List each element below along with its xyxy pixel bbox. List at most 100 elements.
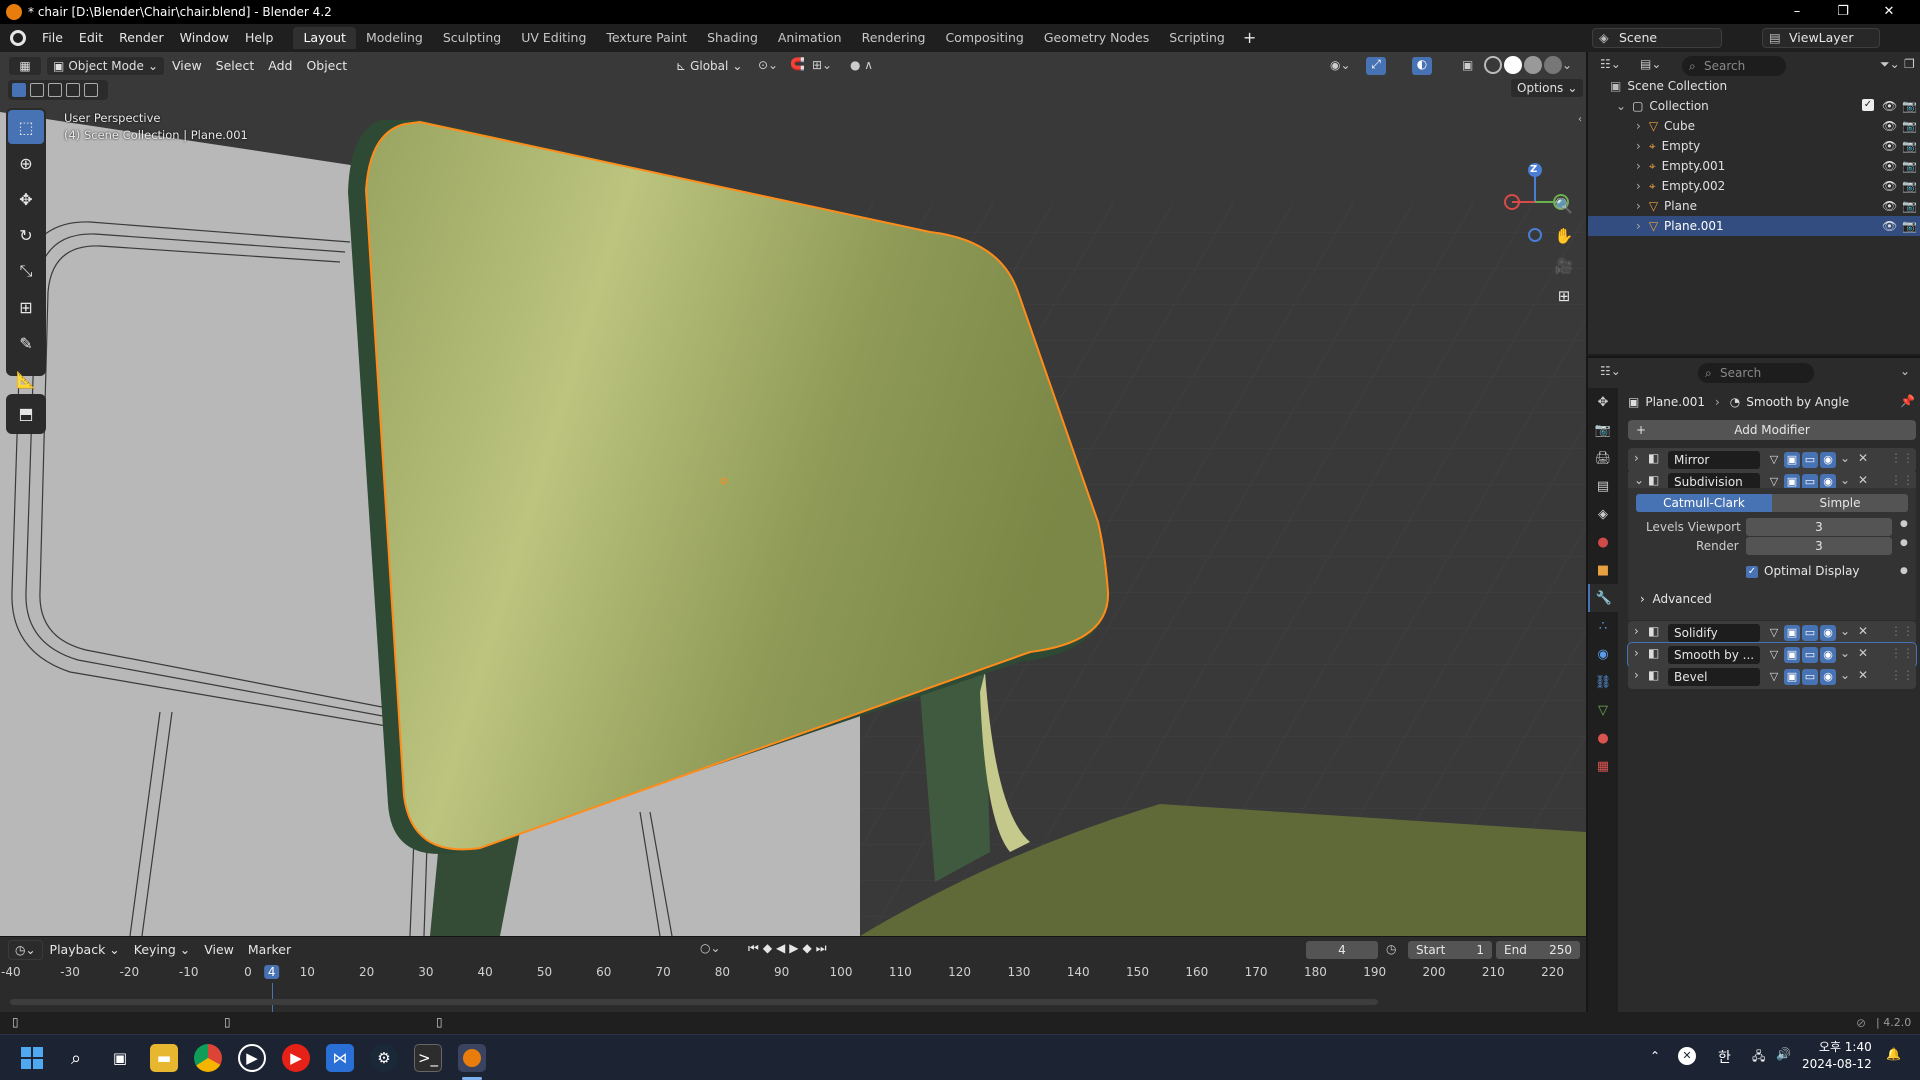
on-cage-icon[interactable]: ▽: [1766, 669, 1782, 685]
edit-mode-icon[interactable]: ▣: [1784, 647, 1800, 663]
timeline-menu-keying[interactable]: Keying ⌄: [127, 936, 197, 964]
outliner-item[interactable]: › ⌖ Empty.001 👁 📷: [1588, 156, 1920, 176]
render-camera-icon[interactable]: 📷: [1902, 96, 1917, 116]
edit-mode-icon[interactable]: ▣: [1784, 669, 1800, 685]
levels-viewport-field[interactable]: 3: [1746, 518, 1892, 536]
tab-rendering[interactable]: Rendering: [852, 27, 936, 49]
outliner-item[interactable]: › ⌖ Empty 👁 📷: [1588, 136, 1920, 156]
current-frame-field[interactable]: 4: [1306, 941, 1378, 959]
file-explorer-icon[interactable]: ▬: [150, 1044, 178, 1072]
ime-indicator[interactable]: 한: [1718, 1047, 1731, 1067]
timeline-menu-view[interactable]: View: [197, 936, 241, 964]
eye-icon[interactable]: 👁: [1882, 176, 1897, 196]
view-layer-selector[interactable]: ▤ ViewLayer: [1762, 28, 1880, 48]
media-player-icon[interactable]: ▶: [238, 1044, 266, 1072]
gizmo-toggle-icon[interactable]: ⤢: [1366, 57, 1386, 75]
select-extend-icon[interactable]: [30, 83, 44, 97]
edit-mode-icon[interactable]: ▣: [1784, 452, 1800, 468]
particles-tab-icon[interactable]: ∴: [1588, 612, 1618, 640]
play-reverse-icon[interactable]: ◀: [776, 941, 789, 955]
view-layer-tab-icon[interactable]: ▤: [1588, 472, 1618, 500]
measure-tool-icon[interactable]: 📐: [8, 362, 44, 396]
xray-toggle-icon[interactable]: ▣: [1462, 58, 1473, 72]
viewport-menu-select[interactable]: Select: [209, 52, 262, 80]
modifier-name-field[interactable]: Smooth by ...: [1668, 646, 1760, 664]
render-icon[interactable]: ◉: [1820, 669, 1836, 685]
outliner-item[interactable]: › ⌖ Empty.002 👁 📷: [1588, 176, 1920, 196]
add-workspace-icon[interactable]: +: [1235, 24, 1264, 52]
add-cube-tool-icon[interactable]: ⬒: [8, 396, 44, 430]
modifier-name-field[interactable]: Mirror: [1668, 451, 1760, 469]
keyframe-dot-icon[interactable]: ●: [1900, 566, 1908, 576]
render-icon[interactable]: ◉: [1820, 647, 1836, 663]
viewport-display-icon[interactable]: ▭: [1802, 452, 1818, 468]
eye-icon[interactable]: 👁: [1882, 196, 1897, 216]
remove-modifier-icon[interactable]: ✕: [1858, 668, 1868, 682]
jump-start-icon[interactable]: ⏮: [748, 941, 763, 955]
eye-icon[interactable]: 👁: [1882, 216, 1897, 236]
mode-selector[interactable]: ▣ Object Mode ⌄: [46, 56, 165, 76]
advanced-subpanel[interactable]: › Advanced: [1640, 592, 1712, 606]
select-subtract-icon[interactable]: [48, 83, 62, 97]
rendered-shading-icon[interactable]: [1544, 56, 1562, 74]
chevron-down-icon[interactable]: ⌄: [1840, 451, 1850, 465]
show-hidden-icons-icon[interactable]: ⌃: [1650, 1049, 1660, 1063]
move-tool-icon[interactable]: ✥: [8, 182, 44, 216]
maximize-button[interactable]: ❐: [1820, 0, 1866, 24]
blender-taskbar-icon[interactable]: [458, 1044, 486, 1072]
frame-ruler[interactable]: -40 -30 -20 -10 0 4 10 20 30 40 50 60 70 80 90 100 110 12…: [0, 963, 1586, 983]
menu-help[interactable]: Help: [237, 24, 282, 52]
tab-modeling[interactable]: Modeling: [356, 27, 433, 49]
eye-icon[interactable]: 👁: [1882, 116, 1897, 136]
chevron-down-icon[interactable]: ⌄: [1634, 473, 1644, 487]
on-cage-icon[interactable]: ▽: [1766, 452, 1782, 468]
render-camera-icon[interactable]: 📷: [1902, 116, 1917, 136]
snap-target-icon[interactable]: ⊞⌄: [812, 58, 832, 72]
tab-geometry-nodes[interactable]: Geometry Nodes: [1034, 27, 1159, 49]
prev-keyframe-icon[interactable]: ◆: [763, 941, 776, 955]
physics-tab-icon[interactable]: ◉: [1588, 640, 1618, 668]
shading-options-icon[interactable]: ⌄: [1562, 58, 1572, 72]
render-tab-icon[interactable]: 📷: [1588, 416, 1618, 444]
modifier-name-field[interactable]: Bevel: [1668, 668, 1760, 686]
timeline-menu-marker[interactable]: Marker: [241, 936, 298, 964]
modifier-panel[interactable]: › ◧ Solidify ▽ ▣ ▭ ◉ ⌄ ✕ ⋮⋮: [1628, 621, 1916, 645]
render-camera-icon[interactable]: 📷: [1902, 136, 1917, 156]
remove-modifier-icon[interactable]: ✕: [1858, 624, 1868, 638]
viewport-menu-object[interactable]: Object: [299, 52, 354, 80]
timeline-menu-playback[interactable]: Playback ⌄: [43, 936, 127, 964]
object-tab-icon[interactable]: ■: [1588, 556, 1618, 584]
modifier-tab-icon[interactable]: 🔧: [1588, 584, 1618, 612]
outliner-item[interactable]: › ▽ Plane.001 👁 📷: [1588, 216, 1920, 236]
menu-render[interactable]: Render: [111, 24, 172, 52]
render-camera-icon[interactable]: 📷: [1902, 176, 1917, 196]
youtube-music-icon[interactable]: ▶: [282, 1044, 310, 1072]
world-tab-icon[interactable]: ●: [1588, 528, 1618, 556]
chevron-right-icon[interactable]: ›: [1634, 646, 1639, 660]
chevron-right-icon[interactable]: ›: [1636, 219, 1641, 233]
render-icon[interactable]: ◉: [1820, 452, 1836, 468]
next-keyframe-icon[interactable]: ◆: [803, 941, 816, 955]
camera-view-icon[interactable]: 🎥: [1550, 252, 1578, 280]
start-frame-field[interactable]: Start 1: [1408, 941, 1492, 959]
eye-icon[interactable]: 👁: [1882, 96, 1897, 116]
auto-keying-icon[interactable]: ○⌄: [700, 941, 721, 955]
eye-icon[interactable]: 👁: [1882, 156, 1897, 176]
on-cage-icon[interactable]: ▽: [1766, 625, 1782, 641]
end-frame-field[interactable]: End 250: [1496, 941, 1580, 959]
play-icon[interactable]: ▶: [789, 941, 802, 955]
blender-menu-icon[interactable]: [10, 30, 26, 46]
remove-modifier-icon[interactable]: ✕: [1858, 451, 1868, 465]
select-intersect-icon[interactable]: [84, 83, 98, 97]
cursor-tool-icon[interactable]: ⊕: [8, 146, 44, 180]
notification-bell-icon[interactable]: 🔔: [1886, 1047, 1901, 1061]
sidebar-toggle-icon[interactable]: ‹: [1578, 114, 1582, 125]
wireframe-shading-icon[interactable]: [1484, 56, 1502, 74]
viewport-menu-view[interactable]: View: [165, 52, 209, 80]
steam-icon[interactable]: ⚙: [370, 1044, 398, 1072]
chrome-icon[interactable]: [194, 1044, 222, 1072]
pivot-point-icon[interactable]: ⊙⌄: [758, 58, 778, 72]
chevron-down-icon[interactable]: ⌄: [1840, 646, 1850, 660]
pin-icon[interactable]: 📌: [1900, 394, 1915, 408]
chevron-right-icon[interactable]: ›: [1636, 119, 1641, 133]
